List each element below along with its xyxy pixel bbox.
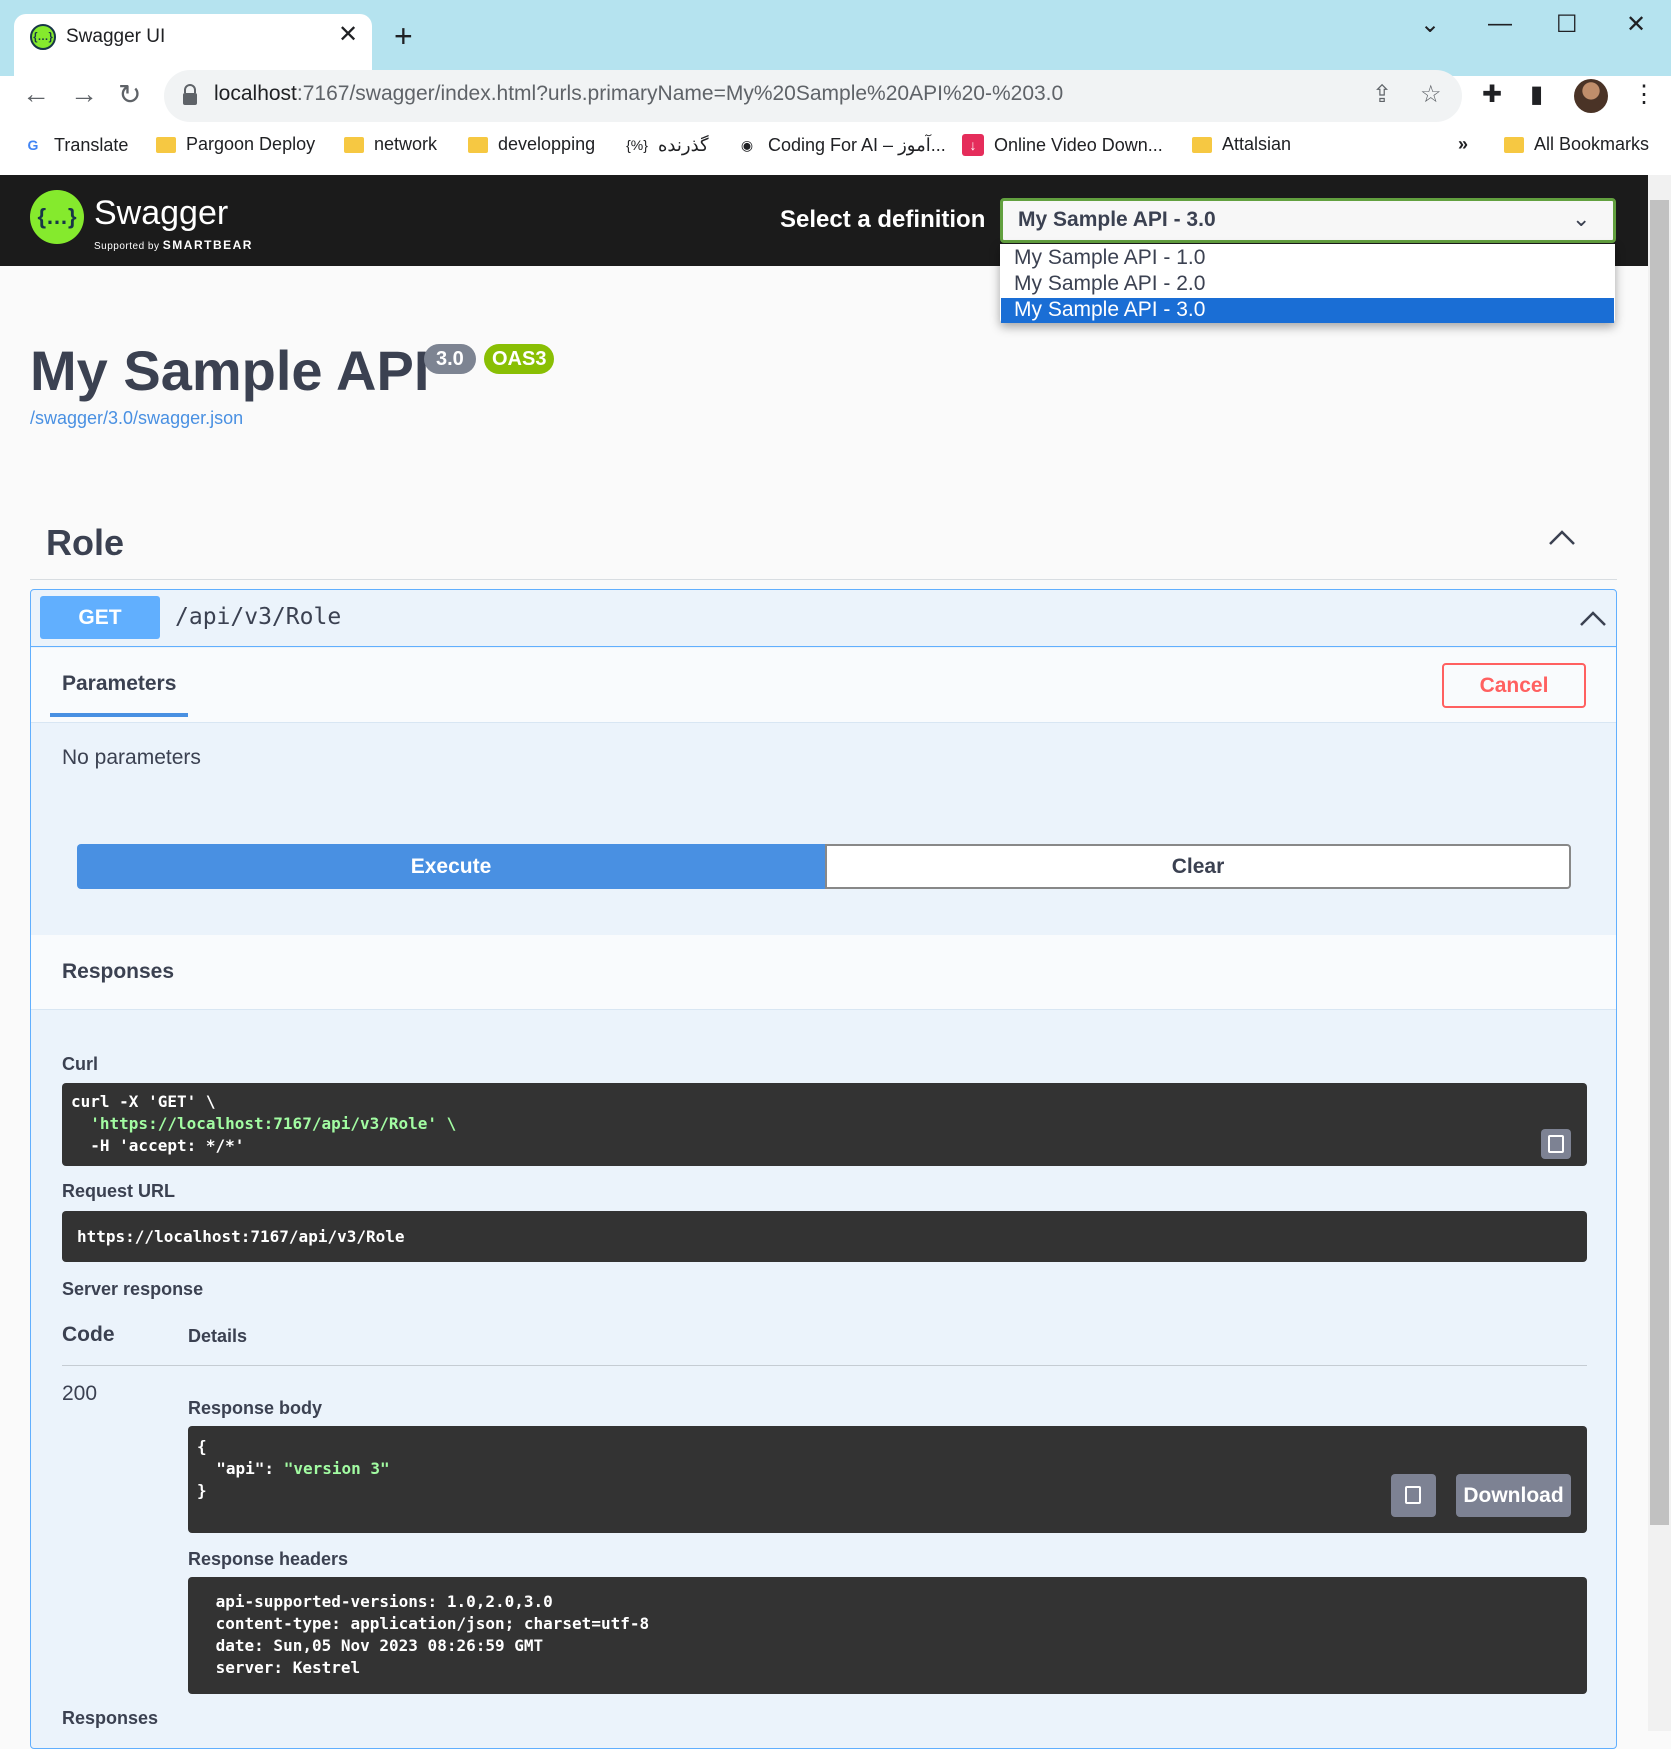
- request-url-text: https://localhost:7167/api/v3/Role: [77, 1227, 405, 1246]
- folder-icon: [1504, 136, 1524, 153]
- response-headers-label: Response headers: [188, 1549, 349, 1569]
- swagger-logo-icon[interactable]: {…}: [30, 190, 84, 244]
- tab-search-icon[interactable]: ⌄: [1420, 10, 1440, 39]
- tab-underline: [50, 713, 188, 717]
- definition-selected-value: My Sample API - 3.0: [1018, 208, 1216, 231]
- responses-bottom-label: Responses: [62, 1708, 159, 1728]
- code-icon: {%}: [626, 137, 648, 153]
- api-title: My Sample API: [30, 339, 430, 402]
- curl-line-1: curl -X 'GET' \: [71, 1092, 216, 1111]
- folder-icon: [156, 136, 176, 153]
- parameters-header: [31, 648, 1616, 723]
- minimize-icon[interactable]: —: [1488, 10, 1512, 38]
- response-code: 200: [62, 1382, 98, 1405]
- execute-button[interactable]: Execute: [77, 844, 825, 889]
- share-icon[interactable]: ⇪: [1372, 80, 1392, 109]
- maximize-icon[interactable]: ☐: [1556, 10, 1578, 39]
- definition-option-3[interactable]: My Sample API - 3.0: [1014, 298, 1205, 322]
- bookmark-translate[interactable]: G Translate: [22, 134, 129, 156]
- globe-icon: ◉: [740, 136, 754, 153]
- bookmark-network[interactable]: network: [344, 134, 437, 155]
- tab-close-icon[interactable]: ✕: [338, 20, 358, 49]
- responses-title: Responses: [62, 960, 175, 983]
- chevron-up-icon[interactable]: [1578, 604, 1608, 634]
- bookmark-coding-ai[interactable]: ◉ Coding For AI – آموز...: [736, 134, 946, 156]
- no-parameters-text: No parameters: [62, 746, 201, 769]
- tab-title: Swagger UI: [66, 26, 166, 47]
- curl-line-3: -H 'accept: */*': [71, 1136, 245, 1155]
- menu-icon[interactable]: ⋮: [1632, 80, 1656, 109]
- bookmark-video-downloader[interactable]: ↓ Online Video Down...: [962, 134, 1163, 156]
- tag-divider: [30, 579, 1617, 580]
- folder-icon: [468, 136, 488, 153]
- reload-icon[interactable]: ↻: [118, 78, 141, 111]
- header-line-2: content-type: application/json; charset=…: [206, 1614, 650, 1633]
- bookmark-gozarandeh[interactable]: {%} گذرنده: [626, 134, 709, 156]
- header-line-4: server: Kestrel: [206, 1658, 361, 1677]
- curl-code: curl -X 'GET' \ 'https://localhost:7167/…: [71, 1091, 456, 1157]
- definition-option-1[interactable]: My Sample API - 1.0: [1014, 246, 1205, 270]
- response-table-divider: [62, 1365, 1587, 1366]
- clear-button[interactable]: Clear: [825, 844, 1571, 889]
- responses-header: [31, 935, 1616, 1010]
- new-tab-icon[interactable]: +: [394, 18, 413, 55]
- response-body-label: Response body: [188, 1398, 323, 1418]
- curl-line-2: 'https://localhost:7167/api/v3/Role' \: [71, 1114, 457, 1133]
- tag-title[interactable]: Role: [46, 522, 124, 564]
- all-bookmarks[interactable]: All Bookmarks: [1504, 134, 1649, 155]
- bookmark-attalsian[interactable]: Attalsian: [1192, 134, 1291, 155]
- download-button[interactable]: Download: [1456, 1474, 1571, 1517]
- download-arrow-icon: ↓: [962, 134, 984, 156]
- url-text[interactable]: localhost:7167/swagger/index.html?urls.p…: [214, 82, 1063, 106]
- swagger-favicon-icon: {…}: [30, 24, 56, 50]
- operation-block: [30, 589, 1617, 1749]
- tab-parameters[interactable]: Parameters: [62, 672, 176, 696]
- body-line-1: {: [197, 1437, 207, 1456]
- response-headers-code: api-supported-versions: 1.0,2.0,3.0 cont…: [206, 1591, 649, 1679]
- bookmark-developping[interactable]: developping: [468, 134, 595, 155]
- forward-icon[interactable]: →: [70, 78, 98, 110]
- oas-badge: OAS3: [484, 344, 555, 374]
- swagger-logo-subtitle: Supported by SMARTBEAR: [94, 238, 253, 252]
- details-column-header: Details: [188, 1326, 248, 1346]
- swagger-logo-text: Swagger: [94, 194, 229, 232]
- curl-label: Curl: [62, 1054, 98, 1074]
- swagger-json-link[interactable]: /swagger/3.0/swagger.json: [30, 408, 243, 429]
- folder-icon: [344, 136, 364, 153]
- curl-codebox[interactable]: curl -X 'GET' \ 'https://localhost:7167/…: [62, 1083, 1587, 1166]
- extensions-icon[interactable]: ✚: [1482, 80, 1502, 109]
- definition-option-2[interactable]: My Sample API - 2.0: [1014, 272, 1205, 296]
- cancel-button[interactable]: Cancel: [1442, 663, 1586, 708]
- version-badge: 3.0: [424, 344, 476, 374]
- profile-avatar[interactable]: [1574, 79, 1608, 113]
- method-badge: GET: [40, 596, 160, 639]
- operation-path: /api/v3/Role: [175, 604, 342, 630]
- star-icon[interactable]: ☆: [1420, 80, 1442, 109]
- copy-curl-icon[interactable]: [1541, 1129, 1571, 1159]
- lock-icon: [183, 84, 197, 105]
- response-body-code: { "api": "version 3" }: [197, 1437, 390, 1500]
- request-url-box[interactable]: https://localhost:7167/api/v3/Role: [62, 1211, 1587, 1262]
- copy-body-icon[interactable]: [1391, 1474, 1436, 1517]
- close-window-icon[interactable]: ✕: [1626, 10, 1646, 39]
- select-definition-label: Select a definition: [780, 206, 986, 233]
- back-icon[interactable]: ←: [22, 78, 50, 110]
- folder-icon: [1192, 136, 1212, 153]
- response-body-box[interactable]: { "api": "version 3" }: [188, 1426, 1587, 1533]
- chevron-up-icon[interactable]: [1546, 522, 1578, 554]
- header-line-3: date: Sun,05 Nov 2023 08:26:59 GMT: [206, 1636, 544, 1655]
- sidepanel-icon[interactable]: ▮: [1530, 80, 1543, 109]
- chevron-down-icon: ⌄: [1572, 206, 1591, 231]
- response-headers-box[interactable]: api-supported-versions: 1.0,2.0,3.0 cont…: [188, 1577, 1587, 1694]
- request-url-label: Request URL: [62, 1181, 176, 1201]
- translate-icon: G: [27, 137, 39, 153]
- bookmark-pargoon[interactable]: Pargoon Deploy: [156, 134, 315, 155]
- more-bookmarks-icon[interactable]: »: [1458, 134, 1468, 155]
- header-line-1: api-supported-versions: 1.0,2.0,3.0: [206, 1592, 553, 1611]
- code-column-header: Code: [62, 1323, 115, 1346]
- scrollbar-thumb[interactable]: [1650, 200, 1669, 1525]
- body-line-3: }: [197, 1481, 207, 1500]
- server-response-label: Server response: [62, 1279, 204, 1299]
